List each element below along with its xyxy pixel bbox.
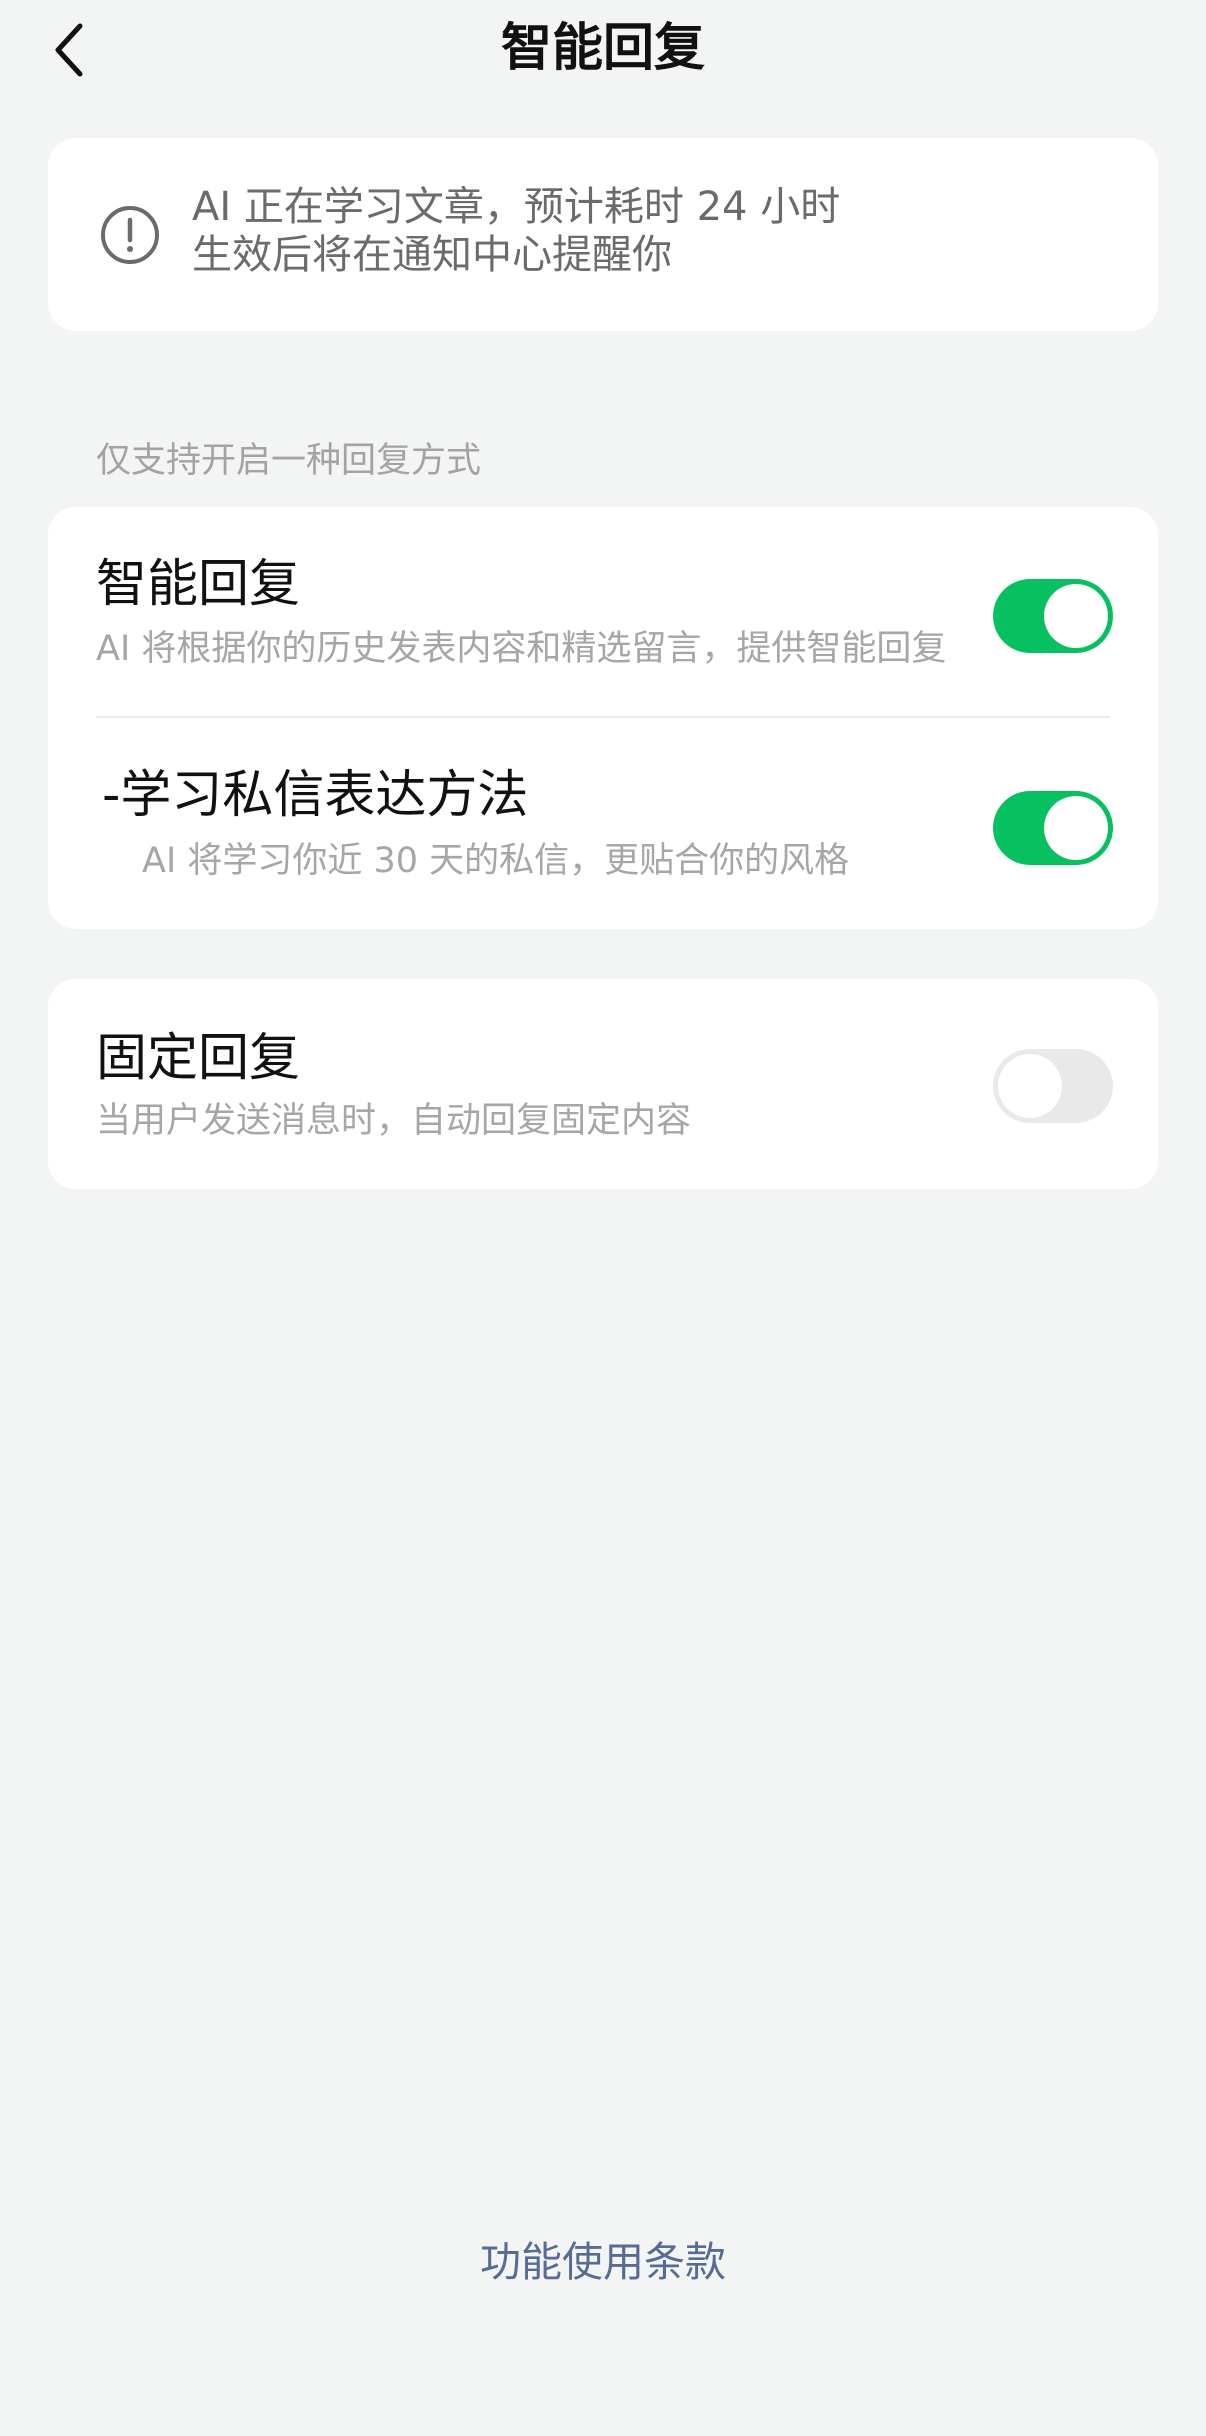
exclamation-circle-icon [101, 206, 159, 264]
notice-text-line-1: AI 正在学习文章，预计耗时 24 小时 [192, 184, 841, 230]
toggle-knob [1044, 796, 1108, 860]
notice-card: AI 正在学习文章，预计耗时 24 小时 生效后将在通知中心提醒你 [48, 138, 1158, 331]
divider [96, 716, 1110, 718]
toggle-knob [998, 1054, 1062, 1118]
navigation-bar: 智能回复 [0, 0, 1206, 110]
terms-of-use-link[interactable]: 功能使用条款 [0, 2234, 1206, 2290]
fixed-reply-title: 固定回复 [96, 1029, 301, 1088]
smart-reply-toggle[interactable] [993, 579, 1113, 653]
section-hint: 仅支持开启一种回复方式 [96, 441, 482, 481]
smart-reply-title: 智能回复 [96, 555, 301, 614]
learn-dm-style-toggle[interactable] [993, 791, 1113, 865]
toggle-knob [1044, 584, 1108, 648]
learn-dm-style-description: AI 将学习你近 30 天的私信，更贴合你的风格 [142, 841, 850, 881]
smart-reply-description: AI 将根据你的历史发表内容和精选留言，提供智能回复 [96, 629, 947, 669]
fixed-reply-description: 当用户发送消息时，自动回复固定内容 [96, 1101, 692, 1141]
notice-text-line-2: 生效后将在通知中心提醒你 [192, 232, 672, 278]
fixed-reply-toggle[interactable] [993, 1049, 1113, 1123]
learn-dm-style-title: -学习私信表达方法 [102, 766, 529, 825]
smart-reply-card: 智能回复 AI 将根据你的历史发表内容和精选留言，提供智能回复 -学习私信表达方… [48, 507, 1158, 929]
fixed-reply-card: 固定回复 当用户发送消息时，自动回复固定内容 [48, 979, 1158, 1189]
page-title: 智能回复 [500, 19, 705, 78]
